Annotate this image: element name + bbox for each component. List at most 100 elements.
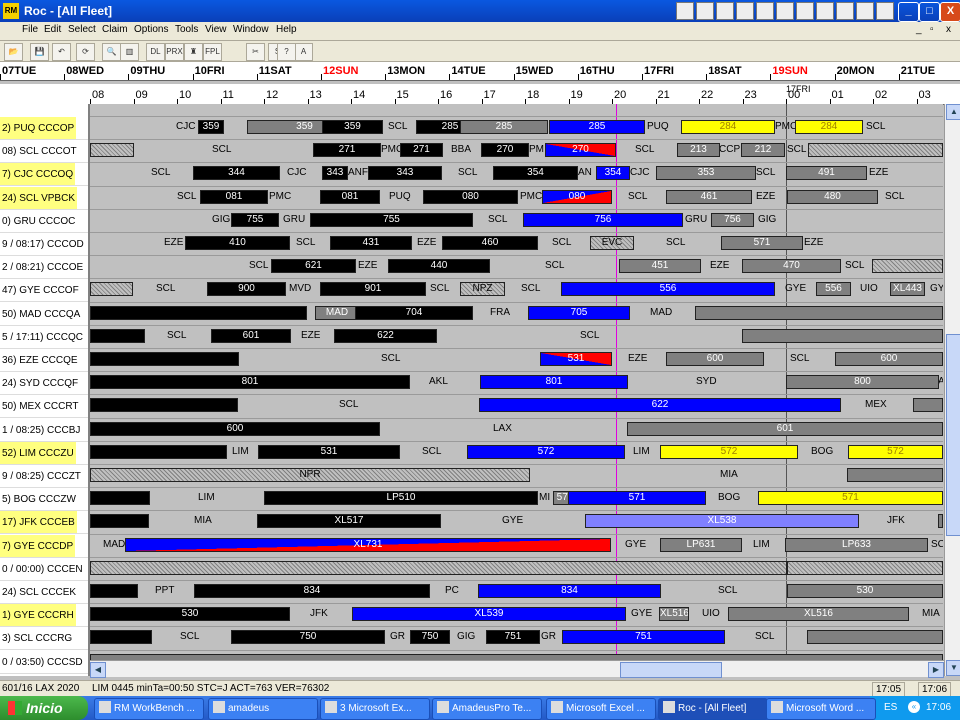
- flight-block[interactable]: 451: [619, 259, 701, 274]
- flight-block[interactable]: 491: [786, 166, 867, 181]
- taskbar-item[interactable]: AmadeusPro Te...: [432, 698, 542, 720]
- aircraft-row[interactable]: 36) EZE CCCQE: [0, 349, 88, 372]
- flight-block[interactable]: 285: [549, 120, 645, 134]
- flight-block[interactable]: 284: [795, 120, 863, 134]
- flight-block[interactable]: [90, 560, 787, 575]
- scroll-up-icon[interactable]: ▲: [946, 104, 960, 120]
- aircraft-row[interactable]: 52) LIM CCCZU: [0, 441, 88, 465]
- undo-icon[interactable]: ↶: [52, 43, 71, 61]
- dl-button[interactable]: DL: [146, 43, 165, 61]
- flight-block[interactable]: [90, 305, 307, 320]
- flight-block[interactable]: 622: [334, 328, 437, 343]
- menu-claim[interactable]: Claim: [102, 24, 128, 35]
- flight-block[interactable]: 600: [835, 352, 943, 366]
- flight-block[interactable]: 470: [742, 259, 841, 274]
- flight-block[interactable]: 080: [423, 189, 518, 204]
- menu-help[interactable]: Help: [276, 24, 297, 35]
- fleet-gantt-grid[interactable]: CJC ANF SCL PUQ PMC SCL SCL PMC BBA PM SCL CCP SCL SC…: [90, 104, 943, 660]
- flight-block[interactable]: [787, 560, 943, 575]
- flight-block[interactable]: [742, 328, 943, 343]
- aircraft-row[interactable]: 9 / 08:25) CCCZT: [0, 465, 88, 488]
- flight-block[interactable]: [90, 514, 149, 529]
- flight-block[interactable]: 081: [200, 189, 268, 204]
- flight-block[interactable]: XL538: [585, 514, 859, 529]
- crew-button[interactable]: ♜: [184, 43, 203, 61]
- flight-block[interactable]: 751: [562, 630, 725, 645]
- aircraft-row[interactable]: 7) GYE CCCDP: [0, 534, 88, 558]
- flight-block[interactable]: XL539: [352, 607, 626, 622]
- help-button[interactable]: ?: [277, 43, 296, 61]
- flight-block[interactable]: 601: [211, 328, 291, 343]
- flight-block[interactable]: XL517: [257, 514, 441, 529]
- folder-icon[interactable]: [776, 2, 794, 20]
- flight-block[interactable]: 213: [677, 143, 720, 158]
- aircraft-row[interactable]: 9 / 08:17) CCCOD: [0, 233, 88, 256]
- find-icon[interactable]: 🔍: [102, 43, 121, 61]
- menu-window[interactable]: Window: [233, 24, 269, 35]
- flight-block[interactable]: 756: [711, 212, 754, 227]
- save-icon[interactable]: 💾: [30, 43, 49, 61]
- flight-block[interactable]: [872, 259, 943, 274]
- flight-block[interactable]: MAD: [315, 305, 359, 320]
- flight-block[interactable]: [938, 514, 943, 529]
- aircraft-row[interactable]: 24) SCL CCCEK: [0, 581, 88, 604]
- flight-block[interactable]: 755: [310, 212, 473, 227]
- refresh-icon[interactable]: ⟳: [76, 43, 95, 61]
- flight-block[interactable]: [90, 328, 145, 343]
- flight-block[interactable]: 571: [758, 491, 943, 506]
- flight-block[interactable]: [90, 398, 238, 413]
- tray-expand-icon[interactable]: «: [908, 701, 920, 713]
- flight-block[interactable]: XL731: [125, 537, 611, 552]
- flight-block[interactable]: 572: [660, 444, 798, 459]
- aircraft-row[interactable]: 3) SCL CCCRG: [0, 627, 88, 651]
- flight-block[interactable]: 284: [681, 120, 775, 134]
- flight-block[interactable]: 801: [480, 375, 628, 390]
- flight-block[interactable]: 600: [90, 421, 380, 436]
- flight-block[interactable]: 572: [848, 444, 943, 459]
- taskbar-item[interactable]: amadeus: [208, 698, 318, 720]
- flight-block[interactable]: 460: [442, 236, 538, 250]
- taskbar-item[interactable]: 3 Microsoft Ex...: [320, 698, 430, 720]
- flight-block[interactable]: 556: [561, 282, 775, 297]
- aircraft-row[interactable]: 5) BOG CCCZW: [0, 488, 88, 512]
- flight-block[interactable]: [808, 143, 943, 158]
- flight-block[interactable]: 750: [231, 630, 385, 645]
- scroll-down-icon[interactable]: ▼: [946, 660, 960, 676]
- flight-block[interactable]: 531: [258, 444, 400, 459]
- flight-block[interactable]: 431: [330, 236, 412, 250]
- flight-block[interactable]: [90, 282, 133, 297]
- a-button[interactable]: A: [294, 43, 313, 61]
- flight-block[interactable]: 285: [460, 120, 548, 134]
- menu-select[interactable]: Select: [68, 24, 96, 35]
- flight-block[interactable]: [695, 305, 943, 320]
- vertical-scrollbar[interactable]: ▲ ▼: [944, 104, 960, 676]
- flight-block[interactable]: 571: [568, 491, 706, 506]
- flight-block[interactable]: 530: [90, 607, 290, 622]
- flight-block[interactable]: [90, 143, 134, 158]
- flight-block[interactable]: XL516: [659, 607, 689, 622]
- flight-block[interactable]: 531: [540, 352, 612, 366]
- word-icon[interactable]: [716, 2, 734, 20]
- flight-block[interactable]: 572: [467, 444, 625, 459]
- close-button[interactable]: X: [940, 2, 960, 22]
- minimize-button[interactable]: _: [898, 2, 919, 22]
- flight-block[interactable]: 461: [666, 189, 752, 204]
- note-icon[interactable]: [756, 2, 774, 20]
- flight-block[interactable]: 270: [545, 143, 616, 158]
- flight-block[interactable]: 343: [368, 166, 442, 181]
- mdi-minimize-button[interactable]: _: [916, 24, 922, 35]
- doc-icon[interactable]: [676, 2, 694, 20]
- aircraft-row[interactable]: 50) MEX CCCRT: [0, 395, 88, 419]
- flight-block[interactable]: 756: [523, 212, 683, 227]
- taskbar-item[interactable]: Microsoft Excel ...: [546, 698, 656, 720]
- flight-block[interactable]: 212: [741, 143, 785, 158]
- flight-block[interactable]: 834: [478, 584, 661, 598]
- mdi-restore-button[interactable]: ▫: [930, 24, 934, 35]
- flight-block[interactable]: 622: [479, 398, 841, 413]
- horizontal-scrollbar[interactable]: ◀ ▶: [90, 660, 944, 678]
- help-icon[interactable]: [876, 2, 894, 20]
- flight-block[interactable]: 353: [656, 166, 756, 181]
- aircraft-row[interactable]: 0) GRU CCCOC: [0, 210, 88, 233]
- flight-block[interactable]: [913, 398, 943, 413]
- flight-block[interactable]: XL443: [890, 282, 925, 297]
